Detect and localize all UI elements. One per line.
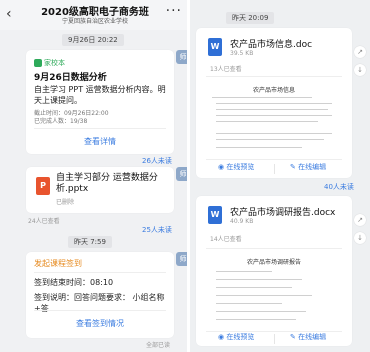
- preview-line: [216, 139, 324, 140]
- divider: [34, 272, 166, 273]
- preview-line: [216, 271, 272, 272]
- preview-line: [216, 121, 318, 122]
- checkin-end-time: 签到结束时间：08:10: [34, 278, 114, 287]
- group-subtitle: 宁夏回族自治区农业学校: [61, 18, 128, 25]
- unread-count[interactable]: 26人未读: [142, 156, 172, 166]
- doc-card[interactable]: W 农产品市场信息.doc 39.5 KB 13人已查看 农产品市场信息 ◉ 在…: [196, 28, 352, 178]
- side-actions: ↗ ↓: [354, 214, 368, 250]
- view-details-link[interactable]: 查看详情: [26, 136, 174, 147]
- doc-card[interactable]: W 农产品市场调研报告.docx 40.9 KB 14人已查看 农产品市场调研报…: [196, 196, 352, 346]
- forward-icon[interactable]: ↗: [354, 46, 366, 58]
- doc-preview[interactable]: 农产品市场信息: [206, 76, 342, 160]
- homework-progress: 已完成人数：19/38: [34, 118, 88, 125]
- divider: [274, 334, 275, 344]
- left-chat-pane: ‹ 2020级高职电子商务班 宁夏回族自治区农业学校 ··· 9月26日 20:…: [0, 0, 190, 352]
- online-preview-button[interactable]: ◉ 在线预览: [218, 332, 254, 342]
- chat-header: ‹ 2020级高职电子商务班 宁夏回族自治区农业学校 ···: [0, 0, 190, 30]
- unread-count[interactable]: 40人未读: [324, 182, 354, 192]
- view-checkin-link[interactable]: 查看签到情况: [26, 318, 174, 329]
- doc-actions: ◉ 在线预览 ✎ 在线编辑: [196, 332, 352, 348]
- forward-icon[interactable]: ↗: [354, 214, 366, 226]
- ellipsis-icon[interactable]: ···: [166, 3, 182, 19]
- doc-size: 40.9 KB: [230, 218, 254, 225]
- doc-actions: ◉ 在线预览 ✎ 在线编辑: [196, 162, 352, 178]
- date-chip: 昨天 7:59: [68, 236, 112, 248]
- doc-size: 39.5 KB: [230, 50, 254, 57]
- date-chip: 昨天 20:09: [226, 12, 275, 24]
- file-name: 自主学习部分 运营数据分析.pptx: [56, 173, 158, 194]
- preview-line: [216, 109, 328, 110]
- preview-line: [216, 103, 332, 104]
- preview-line: [216, 115, 332, 116]
- preview-line: [216, 147, 302, 148]
- right-chat-pane: 昨天 20:09 W 农产品市场信息.doc 39.5 KB 13人已查看 农产…: [190, 0, 370, 352]
- preview-line: [216, 133, 332, 134]
- doc-read-count: 14人已查看: [210, 236, 242, 243]
- word-file-icon: W: [208, 206, 222, 224]
- file-card[interactable]: P 自主学习部分 运营数据分析.pptx 已删除: [26, 167, 174, 213]
- doc-name: 农产品市场信息.doc: [230, 40, 313, 50]
- checkin-tag: 发起课程签到: [34, 259, 82, 268]
- ppt-file-icon: P: [36, 177, 50, 195]
- online-edit-button[interactable]: ✎ 在线编辑: [290, 332, 326, 342]
- preview-line: [216, 279, 302, 280]
- homework-tag: 家校本: [34, 58, 65, 68]
- divider: [34, 128, 166, 129]
- homework-title: 9月26日数据分析: [34, 73, 107, 83]
- homework-body: 自主学习 PPT 运营数据分析内容。明天上课提问。: [34, 85, 166, 105]
- file-read-count: 24人已查看: [28, 218, 60, 225]
- word-file-icon: W: [208, 38, 222, 56]
- side-actions: ↗ ↓: [354, 46, 368, 82]
- checkin-card[interactable]: 发起课程签到 签到结束时间：08:10 签到说明：回答问题要求： 小组名称+答 …: [26, 252, 174, 338]
- preview-line: [212, 97, 312, 98]
- homework-card[interactable]: 家校本 9月26日数据分析 自主学习 PPT 运营数据分析内容。明天上课提问。 …: [26, 50, 174, 154]
- preview-title: 农产品市场调研报告: [246, 259, 301, 266]
- online-preview-button[interactable]: ◉ 在线预览: [218, 162, 254, 172]
- homework-icon: [34, 59, 42, 67]
- date-chip: 9月26日 20:22: [62, 34, 124, 46]
- online-edit-button[interactable]: ✎ 在线编辑: [290, 162, 326, 172]
- preview-line: [216, 311, 306, 312]
- preview-line: [216, 303, 282, 304]
- file-status: 已删除: [56, 199, 75, 206]
- preview-line: [216, 287, 292, 288]
- divider: [274, 164, 275, 174]
- preview-title: 农产品市场信息: [252, 87, 295, 94]
- doc-name: 农产品市场调研报告.docx: [230, 208, 336, 218]
- divider: [34, 310, 166, 311]
- preview-line: [216, 319, 296, 320]
- download-icon[interactable]: ↓: [354, 232, 366, 244]
- download-icon[interactable]: ↓: [354, 64, 366, 76]
- doc-preview[interactable]: 农产品市场调研报告: [206, 248, 342, 332]
- unread-count[interactable]: 25人未读: [142, 225, 172, 235]
- all-read-label: 全部已读: [146, 342, 171, 349]
- preview-line: [216, 295, 312, 296]
- doc-read-count: 13人已查看: [210, 66, 242, 73]
